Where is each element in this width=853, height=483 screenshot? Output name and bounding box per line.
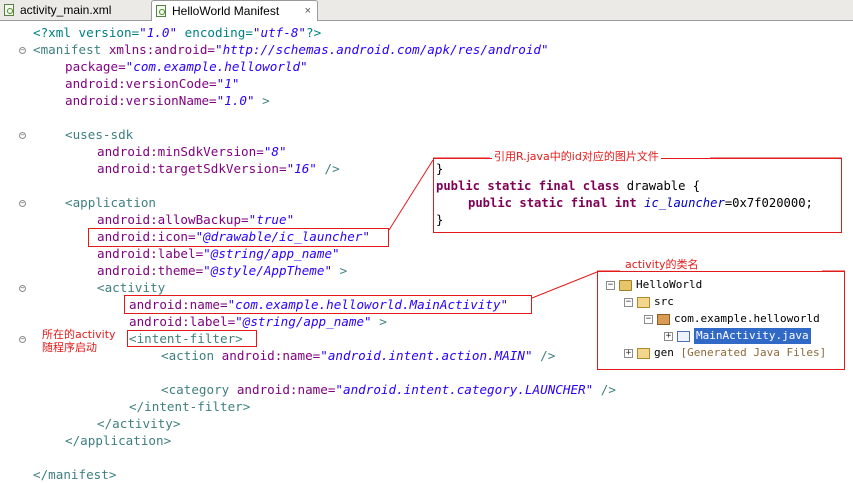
fold-toggle-icon[interactable]: − — [19, 285, 26, 292]
xml-editor[interactable]: − − − − − <?xml version="1.0" encoding="… — [0, 21, 853, 483]
java-line: public static final class drawable { — [436, 179, 701, 193]
close-tab-icon[interactable]: × — [305, 5, 311, 17]
tab-label: HelloWorld Manifest — [172, 4, 280, 18]
tree-item-gen[interactable]: + gen [Generated Java Files] — [624, 345, 826, 361]
highlight-intent-filter — [127, 330, 257, 347]
package-explorer-tree: − HelloWorld − src − com.example.hellowo… — [597, 271, 845, 370]
code-line-version-name: android:versionName="1.0" > — [65, 93, 270, 108]
fold-toggle-icon[interactable]: − — [19, 336, 26, 343]
code-line-application: <application — [65, 195, 156, 210]
tab-helloworld-manifest[interactable]: HelloWorld Manifest × — [151, 0, 318, 21]
collapse-icon[interactable]: − — [644, 314, 653, 324]
code-line-category: <category android:name="android.intent.c… — [161, 382, 616, 397]
xml-file-icon — [4, 4, 14, 16]
fold-toggle-icon[interactable]: − — [19, 47, 26, 54]
manifest-file-icon — [156, 5, 166, 17]
annotation-drawable: 引用R.java中的id对应的图片文件 — [492, 150, 661, 163]
code-line-min-sdk: android:minSdkVersion="8" — [97, 144, 287, 159]
tree-item-src[interactable]: − src — [624, 294, 674, 310]
generated-folder-icon — [637, 347, 650, 359]
code-line-activity-label: android:label="@string/app_name" > — [129, 314, 387, 329]
code-line-manifest-close: </manifest> — [33, 467, 117, 482]
tab-label: activity_main.xml — [20, 3, 112, 17]
java-line: public static final int ic_launcher=0x7f… — [468, 196, 813, 210]
code-line-activity-close: </activity> — [97, 416, 181, 431]
collapse-icon[interactable]: − — [606, 280, 615, 290]
code-line-allow-backup: android:allowBackup="true" — [97, 212, 295, 227]
fold-toggle-icon[interactable]: − — [19, 200, 26, 207]
code-line-manifest: <manifest xmlns:android="http://schemas.… — [33, 42, 549, 57]
code-line-xml-decl: <?xml version="1.0" encoding="utf-8"?> — [33, 25, 322, 40]
highlight-activity-name — [124, 295, 532, 314]
code-line-action: <action android:name="android.intent.act… — [161, 348, 556, 363]
code-line-version-code: android:versionCode="1" — [65, 76, 240, 91]
tree-item-project[interactable]: − HelloWorld — [606, 277, 702, 293]
code-line-uses-sdk: <uses-sdk — [65, 127, 134, 142]
java-line: } — [436, 162, 444, 176]
code-line-app-label: android:label="@string/app_name" — [97, 246, 340, 261]
code-line-intent-filter-close: </intent-filter> — [129, 399, 251, 414]
tree-item-package[interactable]: − com.example.helloworld — [644, 311, 820, 327]
tab-activity-main-xml[interactable]: activity_main.xml — [0, 0, 148, 20]
code-line-target-sdk: android:targetSdkVersion="16" /> — [97, 161, 340, 176]
java-line: } — [436, 213, 444, 227]
code-line-application-close: </application> — [65, 433, 172, 448]
editor-gutter: − − − − − — [0, 21, 30, 483]
r-java-snippet: } public static final class drawable { p… — [433, 158, 842, 233]
source-folder-icon — [637, 296, 650, 308]
highlight-icon-attribute — [88, 228, 389, 247]
annotation-launcher: 所在的activity 随程序启动 — [42, 328, 116, 354]
expand-icon[interactable]: + — [624, 348, 633, 358]
annotation-activity-class: activity的类名 — [623, 258, 701, 271]
code-line-package: package="com.example.helloworld" — [65, 59, 308, 74]
code-line-activity: <activity — [97, 280, 166, 295]
fold-toggle-icon[interactable]: − — [19, 132, 26, 139]
collapse-icon[interactable]: − — [624, 297, 633, 307]
editor-tab-bar: activity_main.xml HelloWorld Manifest × — [0, 0, 853, 21]
expand-icon[interactable]: + — [664, 331, 673, 341]
java-file-icon — [677, 330, 690, 342]
project-folder-icon — [619, 279, 632, 291]
code-line-theme: android:theme="@style/AppTheme" > — [97, 263, 348, 278]
package-icon — [657, 313, 670, 325]
tree-item-mainactivity[interactable]: + MainActivity.java — [664, 328, 811, 344]
